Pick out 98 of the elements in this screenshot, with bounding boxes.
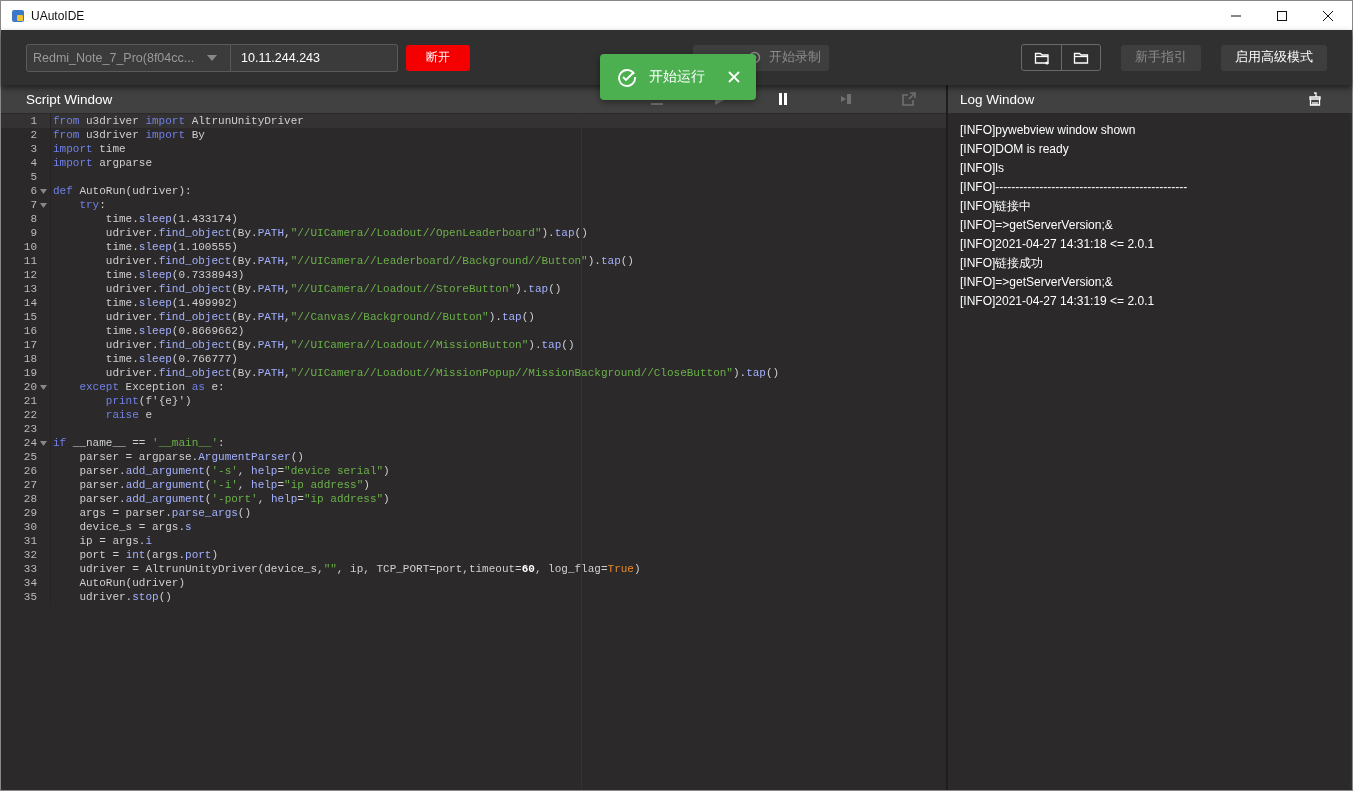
close-icon[interactable] [1322, 9, 1334, 22]
toast-message: 开始运行 [649, 68, 706, 86]
log-line: [INFO]2021-04-27 14:31:19 <= 2.0.1 [960, 293, 1156, 310]
code-line: time.sleep(1.433174) [104, 213, 238, 225]
code-line: port = int(args.port) [78, 549, 219, 561]
app-icon [11, 8, 25, 23]
code-line: parser.add_argument('-port', help="ip address") [78, 493, 390, 505]
code-line: udriver.find_object(By.PATH,"//UICamera//Loadout//MissionButton").tap() [104, 339, 575, 351]
code-line: time.sleep(0.7338943) [104, 269, 245, 281]
code-line: udriver.stop() [78, 591, 172, 603]
code-line: time.sleep(1.499992) [104, 297, 238, 309]
line-number: 35 [23, 591, 37, 603]
disconnect-button[interactable]: 断开 [406, 44, 470, 71]
code-line: udriver.find_object(By.PATH,"//UICamera//Loadout//StoreButton").tap() [104, 283, 562, 295]
code-line: device_s = args.s [78, 521, 192, 533]
code-line: if __name__ == '__main__': [52, 437, 225, 449]
code-line: ip = args.i [78, 535, 153, 547]
code-line: AutoRun(udriver) [78, 577, 186, 589]
line-number: 1 [30, 115, 37, 127]
code-line: def AutoRun(udriver): [52, 185, 192, 197]
line-number: 32 [23, 549, 37, 561]
code-line: from u3driver import By [52, 129, 205, 141]
log-line: [INFO]=>getServerVersion;& [960, 217, 1114, 234]
line-number: 22 [23, 409, 37, 421]
line-number: 27 [23, 479, 37, 491]
log-line: [INFO]DOM is ready [960, 141, 1070, 158]
line-number: 2 [30, 129, 37, 141]
code-line: print(f'{e}') [104, 395, 192, 407]
line-number: 28 [23, 493, 37, 505]
code-line: import argparse [52, 157, 153, 169]
line-number: 16 [23, 325, 37, 337]
code-line: parser = argparse.ArgumentParser() [78, 451, 304, 463]
advanced-mode-button[interactable]: 启用高级模式 [1221, 44, 1327, 71]
code-line: import time [52, 143, 126, 155]
line-number: 26 [23, 465, 37, 477]
broom-icon[interactable] [1308, 92, 1322, 106]
window-title: UAutoIDE [31, 8, 85, 23]
code-line: except Exception as e: [78, 381, 225, 393]
device-select[interactable]: Redmi_Note_7_Pro(8f04cc... [26, 43, 231, 72]
log-line: [INFO]链接中 [960, 198, 1033, 215]
line-number: 6 [30, 185, 37, 197]
line-number: 5 [30, 171, 37, 183]
code-line: udriver.find_object(By.PATH,"//UICamera//Loadout//OpenLeaderboard").tap() [104, 227, 588, 239]
code-line: args = parser.parse_args() [78, 507, 252, 519]
fold-icon[interactable] [40, 188, 47, 194]
line-number: 11 [23, 255, 37, 267]
fold-icon[interactable] [40, 202, 47, 208]
maximize-icon[interactable] [1276, 9, 1288, 22]
fold-icon[interactable] [40, 384, 47, 390]
line-number: 34 [23, 577, 37, 589]
code-line: udriver.find_object(By.PATH,"//UICamera//Leaderboard//Background//Button").tap() [104, 255, 634, 267]
line-number: 12 [23, 269, 37, 281]
code-line: udriver.find_object(By.PATH,"//UICamera//Loadout//MissionPopup//MissionBackground//CloseButton").tap() [104, 367, 780, 379]
line-number: 31 [23, 535, 37, 547]
panel-title: Log Window [960, 91, 1035, 107]
line-number: 21 [23, 395, 37, 407]
line-number: 10 [23, 241, 37, 253]
line-number: 23 [23, 423, 37, 435]
log-line: [INFO]2021-04-27 14:31:18 <= 2.0.1 [960, 236, 1156, 253]
line-number: 19 [23, 367, 37, 379]
line-number: 13 [23, 283, 37, 295]
line-number: 30 [23, 521, 37, 533]
log-line: [INFO]=>getServerVersion;& [960, 274, 1114, 291]
line-number: 20 [23, 381, 37, 393]
line-number: 15 [23, 311, 37, 323]
code-line: parser.add_argument('-i', help="ip address") [78, 479, 370, 491]
line-number: 4 [30, 157, 37, 169]
line-number: 33 [23, 563, 37, 575]
code-line: time.sleep(1.100555) [104, 241, 238, 253]
code-line: udriver.find_object(By.PATH,"//Canvas//Background//Button").tap() [104, 311, 535, 323]
folder-plus-icon [1033, 50, 1050, 65]
line-number: 3 [30, 143, 37, 155]
log-line: [INFO]------------------------------------------------ [960, 179, 1189, 196]
code-line: parser.add_argument('-s', help="device serial") [78, 465, 390, 477]
code-line: try: [78, 199, 106, 211]
line-number: 7 [30, 199, 37, 211]
code-line: time.sleep(0.766777) [104, 353, 238, 365]
line-number: 14 [23, 297, 37, 309]
code-line: udriver = AltrunUnityDriver(device_s,"", ip, TCP_PORT=port,timeout=60, log_flag=True) [78, 563, 641, 575]
line-number: 25 [23, 451, 37, 463]
log-line: [INFO]pywebview window shown [960, 122, 1137, 139]
code-line: time.sleep(0.8669662) [104, 325, 245, 337]
fold-icon[interactable] [40, 440, 47, 446]
code-line: from u3driver import AltrunUnityDriver [52, 115, 304, 127]
line-number: 9 [30, 227, 37, 239]
line-number: 29 [23, 507, 37, 519]
ip-field[interactable]: 10.11.244.243 [231, 43, 398, 72]
folder-icon [1073, 50, 1089, 65]
log-line: [INFO]链接成功 [960, 255, 1045, 272]
panel-title: Script Window [26, 91, 113, 107]
check-circle-icon [617, 67, 637, 87]
line-number: 8 [30, 213, 37, 225]
code-line: raise e [104, 409, 153, 421]
line-number: 18 [23, 353, 37, 365]
log-line: [INFO]ls [960, 160, 1005, 177]
line-number: 17 [23, 339, 37, 351]
line-number: 24 [23, 437, 37, 449]
caret-icon [206, 53, 218, 62]
